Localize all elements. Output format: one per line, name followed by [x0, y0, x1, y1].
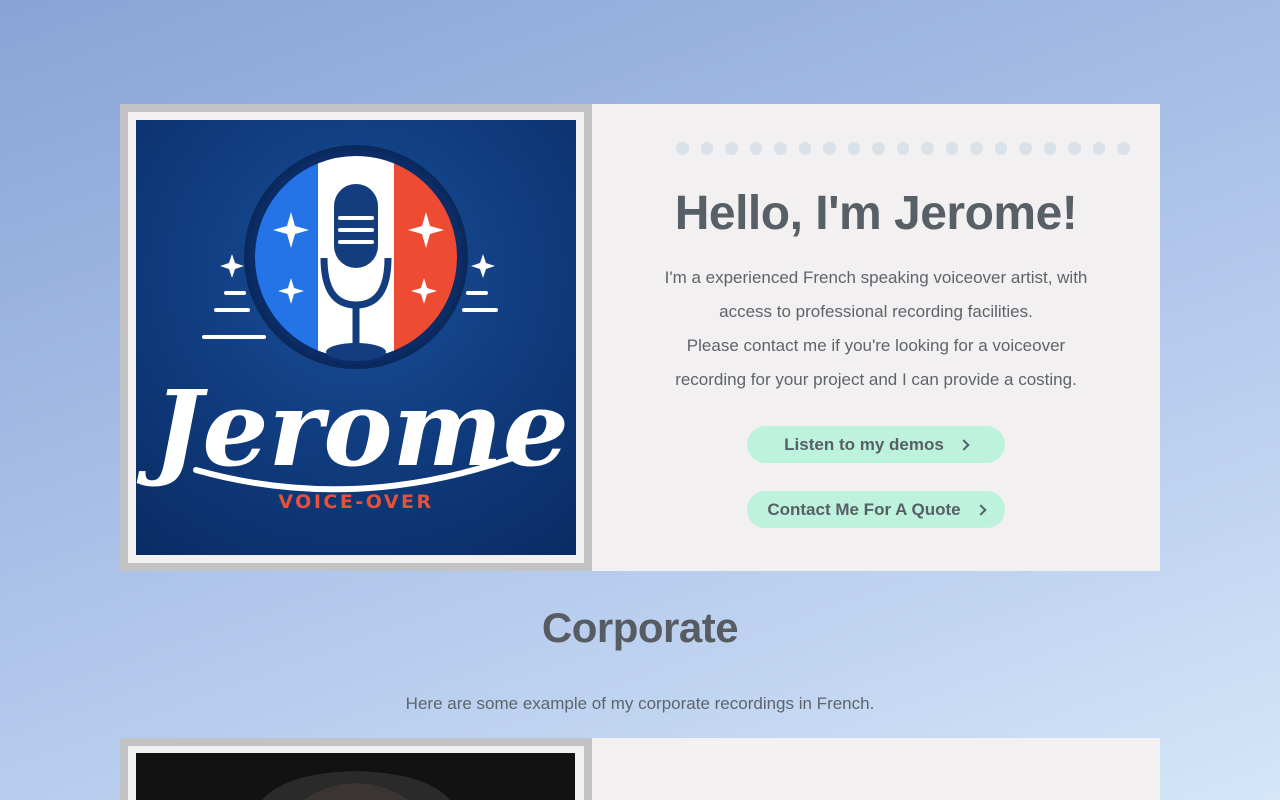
dot-icon [1019, 142, 1032, 155]
logo-graphic: Jerome VOICE-OVER [136, 145, 569, 513]
corporate-photo [136, 753, 575, 800]
decorative-dots [676, 142, 1130, 155]
dot-icon [749, 142, 762, 155]
corporate-image-frame [120, 738, 592, 800]
dot-icon [847, 142, 860, 155]
dot-icon [896, 142, 909, 155]
dot-icon [921, 142, 934, 155]
contact-quote-label: Contact Me For A Quote [767, 499, 961, 519]
chevron-right-icon [974, 503, 987, 516]
corporate-card [120, 738, 1160, 800]
dot-icon [1068, 142, 1081, 155]
dot-icon [1092, 142, 1105, 155]
jerome-voice-over-logo: Jerome VOICE-OVER [136, 120, 576, 555]
dot-icon [725, 142, 738, 155]
dot-icon [823, 142, 836, 155]
hero-section: Jerome VOICE-OVER Hello, I'm Jerome! I'm… [120, 104, 1160, 571]
contact-quote-button[interactable]: Contact Me For A Quote [747, 491, 1005, 528]
dot-icon [1117, 142, 1130, 155]
dot-icon [872, 142, 885, 155]
section-title-corporate: Corporate [541, 604, 739, 651]
listen-demos-button[interactable]: Listen to my demos [747, 426, 1005, 463]
dot-icon [676, 142, 689, 155]
dot-icon [700, 142, 713, 155]
section-description-corporate: Here are some example of my corporate re… [405, 694, 875, 713]
dot-icon [774, 142, 787, 155]
chevron-right-icon [958, 438, 970, 451]
logo-tagline: VOICE-OVER [278, 491, 433, 513]
listen-demos-label: Listen to my demos [784, 434, 944, 454]
dot-icon [945, 142, 958, 155]
dot-icon [994, 142, 1007, 155]
dot-icon [970, 142, 983, 155]
hero-image-frame: Jerome VOICE-OVER [120, 104, 592, 571]
dot-icon [1043, 142, 1056, 155]
hero-text-panel: Hello, I'm Jerome! I'm a experienced Fre… [592, 104, 1160, 571]
corporate-text-panel [592, 738, 1160, 800]
hero-description-line: Please contact me if you're looking for … [675, 336, 1077, 389]
dot-icon [798, 142, 811, 155]
hero-description-line: I'm a experienced French speaking voiceo… [664, 268, 1088, 321]
page-title: Hello, I'm Jerome! [674, 187, 1078, 240]
hero-description: I'm a experienced French speaking voiceo… [651, 261, 1101, 397]
